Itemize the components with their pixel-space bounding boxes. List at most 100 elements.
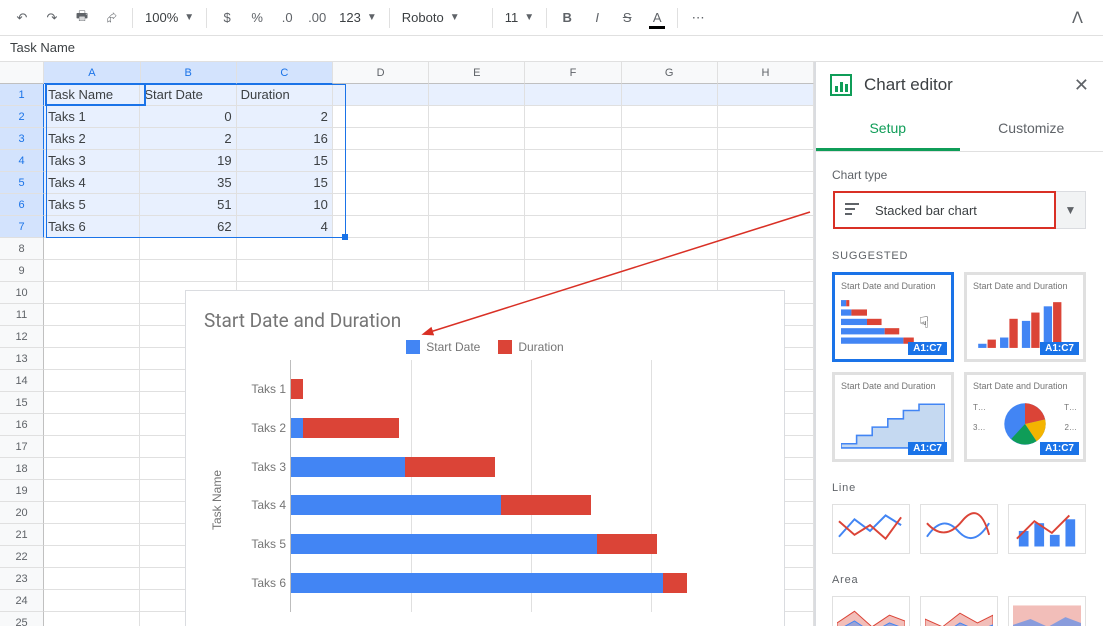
- row-header[interactable]: 21: [0, 524, 44, 546]
- cell[interactable]: 35: [140, 172, 236, 194]
- chart-type-line[interactable]: [832, 504, 910, 554]
- cell[interactable]: Taks 5: [44, 194, 140, 216]
- cell[interactable]: [44, 392, 140, 414]
- row-header[interactable]: 19: [0, 480, 44, 502]
- cell[interactable]: [44, 260, 140, 282]
- cell[interactable]: [525, 172, 621, 194]
- cell[interactable]: [525, 150, 621, 172]
- cell[interactable]: [718, 150, 814, 172]
- cell[interactable]: Taks 2: [44, 128, 140, 150]
- row-header[interactable]: 3: [0, 128, 44, 150]
- cell[interactable]: 0: [140, 106, 236, 128]
- print-button[interactable]: 🖶: [68, 4, 96, 32]
- column-header[interactable]: F: [525, 62, 621, 84]
- cell[interactable]: [429, 194, 525, 216]
- cell[interactable]: [429, 106, 525, 128]
- row-header[interactable]: 7: [0, 216, 44, 238]
- row-header[interactable]: 2: [0, 106, 44, 128]
- cell[interactable]: [622, 194, 718, 216]
- select-all-corner[interactable]: [0, 62, 44, 84]
- suggested-chart-column[interactable]: Start Date and Duration A1:C7: [964, 272, 1086, 362]
- cell[interactable]: [525, 84, 621, 106]
- cell[interactable]: [718, 216, 814, 238]
- cell[interactable]: [429, 128, 525, 150]
- row-header[interactable]: 1: [0, 84, 44, 106]
- strike-button[interactable]: S: [613, 4, 641, 32]
- column-header[interactable]: A: [44, 62, 140, 84]
- cell[interactable]: [429, 84, 525, 106]
- row-header[interactable]: 15: [0, 392, 44, 414]
- cell[interactable]: 51: [140, 194, 236, 216]
- paint-format-button[interactable]: ⮳: [98, 4, 126, 32]
- cell[interactable]: Start Date: [140, 84, 236, 106]
- cell[interactable]: [333, 216, 429, 238]
- cell[interactable]: [44, 568, 140, 590]
- tab-setup[interactable]: Setup: [816, 108, 960, 151]
- cell[interactable]: 15: [237, 150, 333, 172]
- cell[interactable]: [333, 106, 429, 128]
- cell[interactable]: [622, 106, 718, 128]
- cell[interactable]: [429, 216, 525, 238]
- chart[interactable]: Start Date and Duration Start Date Durat…: [185, 290, 785, 626]
- cell[interactable]: [525, 260, 621, 282]
- cell[interactable]: [525, 106, 621, 128]
- cell[interactable]: Taks 6: [44, 216, 140, 238]
- cell[interactable]: [525, 238, 621, 260]
- cell[interactable]: [44, 370, 140, 392]
- cell[interactable]: [44, 502, 140, 524]
- zoom-select[interactable]: 100%▼: [139, 6, 200, 30]
- row-header[interactable]: 6: [0, 194, 44, 216]
- column-header[interactable]: H: [718, 62, 814, 84]
- column-header[interactable]: B: [141, 62, 237, 84]
- undo-button[interactable]: ↶: [8, 4, 36, 32]
- row-header[interactable]: 13: [0, 348, 44, 370]
- cell[interactable]: 10: [237, 194, 333, 216]
- cell[interactable]: [622, 84, 718, 106]
- bold-button[interactable]: B: [553, 4, 581, 32]
- row-header[interactable]: 22: [0, 546, 44, 568]
- cell[interactable]: [44, 436, 140, 458]
- chart-type-combo[interactable]: [1008, 504, 1086, 554]
- cell[interactable]: [44, 612, 140, 626]
- suggested-chart-stepped-area[interactable]: Start Date and Duration A1:C7: [832, 372, 954, 462]
- row-header[interactable]: 24: [0, 590, 44, 612]
- cell[interactable]: [622, 238, 718, 260]
- row-header[interactable]: 17: [0, 436, 44, 458]
- row-header[interactable]: 18: [0, 458, 44, 480]
- tab-customize[interactable]: Customize: [960, 108, 1103, 151]
- cell[interactable]: [237, 260, 333, 282]
- cell[interactable]: [44, 348, 140, 370]
- cell[interactable]: 4: [237, 216, 333, 238]
- cell[interactable]: [718, 128, 814, 150]
- chart-type-area[interactable]: [832, 596, 910, 626]
- cell[interactable]: [140, 238, 236, 260]
- spreadsheet[interactable]: A B C D E F G H 1Task NameStart DateDura…: [0, 62, 815, 626]
- row-header[interactable]: 23: [0, 568, 44, 590]
- column-header[interactable]: D: [333, 62, 429, 84]
- column-header[interactable]: G: [622, 62, 718, 84]
- collapse-toolbar-button[interactable]: ᐱ: [1072, 8, 1095, 28]
- chart-type-dropdown-button[interactable]: ▼: [1056, 191, 1086, 229]
- row-header[interactable]: 11: [0, 304, 44, 326]
- cell[interactable]: 2: [237, 106, 333, 128]
- formula-bar[interactable]: Task Name: [0, 36, 1103, 62]
- row-header[interactable]: 25: [0, 612, 44, 626]
- cell[interactable]: [44, 304, 140, 326]
- suggested-chart-stacked-bar[interactable]: Start Date and Duration ☟ A1:C7: [832, 272, 954, 362]
- cell[interactable]: [333, 84, 429, 106]
- cell[interactable]: [429, 150, 525, 172]
- more-button[interactable]: ⋯: [684, 4, 712, 32]
- cell[interactable]: [429, 172, 525, 194]
- cell[interactable]: Task Name: [44, 84, 140, 106]
- cell[interactable]: [622, 150, 718, 172]
- cell[interactable]: [333, 194, 429, 216]
- cell[interactable]: [44, 546, 140, 568]
- close-sidebar-button[interactable]: ✕: [1074, 75, 1089, 96]
- cell[interactable]: [718, 260, 814, 282]
- cell[interactable]: [718, 194, 814, 216]
- number-format-select[interactable]: 123▼: [333, 6, 383, 30]
- cell[interactable]: Duration: [237, 84, 333, 106]
- cell[interactable]: [525, 194, 621, 216]
- cell[interactable]: [140, 260, 236, 282]
- cell[interactable]: [525, 216, 621, 238]
